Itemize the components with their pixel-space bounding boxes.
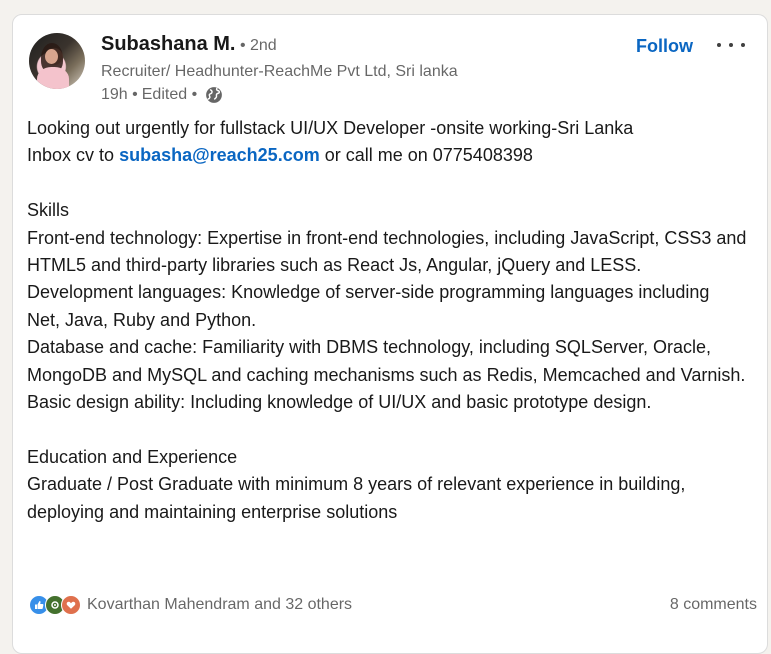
reactions-text: Kovarthan Mahendram and 32 others <box>87 596 353 613</box>
post-time: 19h • <box>101 86 138 103</box>
post-content: Looking out urgently for fullstack UI/UX… <box>27 115 747 526</box>
avatar-shirt-shape <box>37 67 69 89</box>
more-dot-icon <box>741 43 745 47</box>
post-edited-label: Edited • <box>141 86 198 103</box>
skill-devlang: Development languages: Knowledge of serv… <box>27 282 710 330</box>
connection-degree: • 2nd <box>239 37 277 54</box>
education-heading: Education and Experience <box>27 446 238 467</box>
author-name-line: Subashana M. • 2nd <box>101 33 277 56</box>
social-counts-bar: Kovarthan Mahendram and 32 others 8 comm… <box>29 593 757 617</box>
avatar-face-shape <box>45 49 58 64</box>
email-link[interactable]: subasha@reach25.com <box>119 145 320 165</box>
more-dot-icon <box>717 43 721 47</box>
more-options-button[interactable] <box>717 33 745 57</box>
inbox-suffix: or call me on 0775408398 <box>319 145 533 166</box>
post-header: Subashana M. • 2nd Recruiter/ Headhunter… <box>29 33 751 103</box>
author-name[interactable]: Subashana M. <box>101 33 235 55</box>
skills-heading: Skills <box>27 200 70 221</box>
more-dot-icon <box>729 43 733 47</box>
post-line-title: Looking out urgently for fullstack UI/UX… <box>27 118 634 138</box>
follow-button[interactable]: Follow <box>634 33 695 59</box>
globe-icon <box>206 87 223 103</box>
education-text: Graduate / Post Graduate with minimum 8 … <box>27 474 686 522</box>
author-headline: Recruiter/ Headhunter-ReachMe Pvt Ltd, S… <box>101 63 458 80</box>
reaction-icons <box>29 595 81 615</box>
author-avatar[interactable] <box>29 33 85 89</box>
post-meta: 19h • Edited • <box>101 86 223 104</box>
skill-frontend: Front-end technology: Expertise in front… <box>27 227 747 276</box>
reactions-summary[interactable]: Kovarthan Mahendram and 32 others <box>29 595 352 615</box>
post-card: Subashana M. • 2nd Recruiter/ Headhunter… <box>12 14 768 654</box>
skill-design: Basic design ability: Including knowledg… <box>27 392 652 413</box>
love-icon <box>61 595 81 615</box>
post-line-contact: Inbox cv to subasha@reach25.com or call … <box>27 142 747 169</box>
comments-count-link[interactable]: 8 comments <box>670 596 757 614</box>
inbox-prefix: Inbox cv to <box>27 145 120 166</box>
skill-database: Database and cache: Familiarity with DBM… <box>27 337 746 385</box>
